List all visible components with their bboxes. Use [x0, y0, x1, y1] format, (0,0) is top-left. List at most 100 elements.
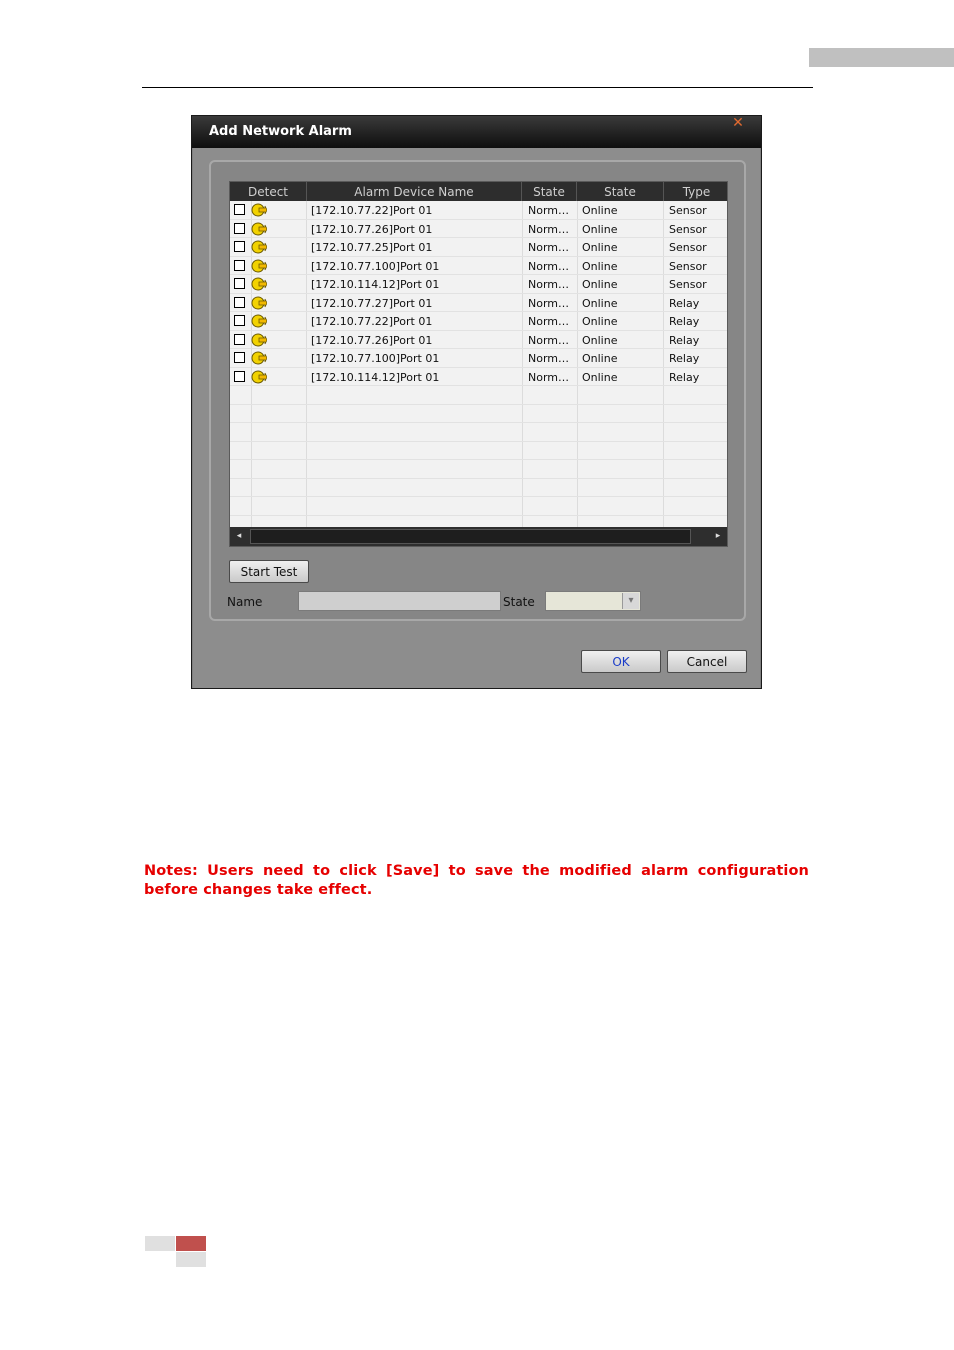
table-row[interactable]: [172.10.114.12]Port 01 Norm… Online Relay — [230, 368, 727, 386]
alarm-device-icon — [251, 259, 267, 272]
column-header-type[interactable]: Type — [664, 182, 727, 201]
empty-row — [230, 460, 727, 479]
alarm-type: Sensor — [669, 222, 707, 236]
online-state: Online — [582, 204, 618, 217]
cancel-button[interactable]: Cancel — [667, 650, 747, 673]
detect-checkbox[interactable] — [234, 333, 245, 345]
alarm-state: Norm… — [528, 278, 570, 291]
online-state: Online — [582, 259, 618, 273]
empty-row — [230, 442, 727, 460]
alarm-device-name: [172.10.114.12]Port 01 — [311, 278, 440, 291]
detect-checkbox[interactable] — [234, 222, 245, 234]
alarm-type: Relay — [669, 370, 700, 384]
footer-block — [145, 1236, 175, 1251]
alarm-state: Norm… — [528, 204, 570, 217]
empty-row — [230, 497, 727, 516]
notes-text: Notes: Users need to click [Save] to sav… — [144, 863, 809, 898]
alarm-device-icon — [251, 240, 267, 254]
empty-row — [230, 386, 727, 405]
alarm-device-icon — [251, 222, 267, 235]
alarm-state: Norm… — [528, 296, 570, 310]
alarm-device-table: Detect Alarm Device Name State State Typ… — [229, 181, 728, 547]
alarm-device-name: [172.10.114.12]Port 01 — [311, 370, 440, 384]
table-row[interactable]: [172.10.77.25]Port 01 Norm… Online Sensor — [230, 238, 727, 257]
online-state: Online — [582, 370, 618, 384]
alarm-device-icon — [251, 203, 267, 217]
alarm-device-icon — [251, 370, 267, 383]
header-rule — [142, 87, 813, 88]
table-row[interactable]: [172.10.114.12]Port 01 Norm… Online Sensor — [230, 275, 727, 294]
alarm-state: Norm… — [528, 259, 570, 273]
detect-checkbox[interactable] — [234, 296, 245, 308]
name-label: Name — [227, 595, 263, 609]
alarm-state: Norm… — [528, 352, 570, 365]
alarm-device-icon — [251, 333, 267, 346]
online-state: Online — [582, 296, 618, 310]
column-header-state-2[interactable]: State — [577, 182, 664, 201]
state-select[interactable]: ▾ — [545, 591, 641, 611]
detect-checkbox[interactable] — [234, 315, 245, 326]
detect-checkbox[interactable] — [234, 241, 245, 252]
table-row[interactable]: [172.10.77.26]Port 01 Norm… Online Sensor — [230, 220, 727, 238]
scroll-thumb[interactable] — [250, 529, 691, 544]
scroll-left-icon[interactable]: ◂ — [230, 527, 248, 546]
scroll-right-icon[interactable]: ▸ — [709, 527, 727, 546]
detect-checkbox[interactable] — [234, 370, 245, 382]
alarm-type: Relay — [669, 315, 700, 328]
dialog-titlebar[interactable]: Add Network Alarm ✕ — [192, 116, 761, 148]
alarm-type: Sensor — [669, 204, 707, 217]
alarm-type: Sensor — [669, 278, 707, 291]
horizontal-scrollbar[interactable]: ◂ ▸ — [230, 527, 727, 546]
online-state: Online — [582, 315, 618, 328]
online-state: Online — [582, 333, 618, 347]
ok-button[interactable]: OK — [581, 650, 661, 673]
empty-row — [230, 405, 727, 423]
online-state: Online — [582, 241, 618, 254]
column-header-detect[interactable]: Detect — [230, 182, 307, 201]
table-header: Detect Alarm Device Name State State Typ… — [230, 182, 727, 201]
add-network-alarm-dialog: Add Network Alarm ✕ Detect Alarm Device … — [191, 115, 762, 689]
footer-block-accent — [176, 1236, 206, 1251]
alarm-state: Norm… — [528, 222, 570, 236]
online-state: Online — [582, 352, 618, 365]
close-icon[interactable]: ✕ — [727, 116, 749, 132]
detect-checkbox[interactable] — [234, 352, 245, 363]
table-body: [172.10.77.22]Port 01 Norm… Online Sensor [1… — [230, 201, 727, 516]
alarm-device-name: [172.10.77.22]Port 01 — [311, 204, 433, 217]
alarm-device-name: [172.10.77.25]Port 01 — [311, 241, 433, 254]
alarm-state: Norm… — [528, 370, 570, 384]
column-header-state[interactable]: State — [522, 182, 577, 201]
start-test-button[interactable]: Start Test — [229, 560, 309, 583]
detect-checkbox[interactable] — [234, 204, 245, 215]
alarm-state: Norm… — [528, 333, 570, 347]
chevron-down-icon[interactable]: ▾ — [622, 593, 639, 609]
alarm-type: Sensor — [669, 259, 707, 273]
alarm-type: Relay — [669, 296, 700, 310]
table-row[interactable]: [172.10.77.22]Port 01 Norm… Online Relay — [230, 312, 727, 331]
table-row[interactable]: [172.10.77.26]Port 01 Norm… Online Relay — [230, 331, 727, 349]
state-label: State — [503, 595, 535, 609]
dialog-body: Detect Alarm Device Name State State Typ… — [193, 148, 760, 688]
alarm-device-icon — [251, 351, 267, 365]
alarm-device-name: [172.10.77.26]Port 01 — [311, 333, 433, 347]
detect-checkbox[interactable] — [234, 278, 245, 289]
name-field[interactable] — [298, 591, 501, 611]
alarm-device-name: [172.10.77.100]Port 01 — [311, 352, 440, 365]
column-header-alarm-device-name[interactable]: Alarm Device Name — [307, 182, 522, 201]
alarm-device-icon — [251, 314, 267, 328]
table-row[interactable]: [172.10.77.100]Port 01 Norm… Online Relay — [230, 349, 727, 368]
dialog-title: Add Network Alarm — [209, 124, 352, 139]
table-row[interactable]: [172.10.77.100]Port 01 Norm… Online Sensor — [230, 257, 727, 275]
header-bar — [809, 48, 954, 67]
table-row[interactable]: [172.10.77.27]Port 01 Norm… Online Relay — [230, 294, 727, 312]
alarm-group-box: Detect Alarm Device Name State State Typ… — [209, 160, 746, 621]
alarm-device-icon — [251, 296, 267, 309]
online-state: Online — [582, 222, 618, 236]
alarm-state: Norm… — [528, 315, 570, 328]
online-state: Online — [582, 278, 618, 291]
alarm-device-name: [172.10.77.22]Port 01 — [311, 315, 433, 328]
table-row[interactable]: [172.10.77.22]Port 01 Norm… Online Sensor — [230, 201, 727, 220]
detect-checkbox[interactable] — [234, 259, 245, 271]
alarm-type: Relay — [669, 352, 700, 365]
alarm-device-name: [172.10.77.100]Port 01 — [311, 259, 440, 273]
